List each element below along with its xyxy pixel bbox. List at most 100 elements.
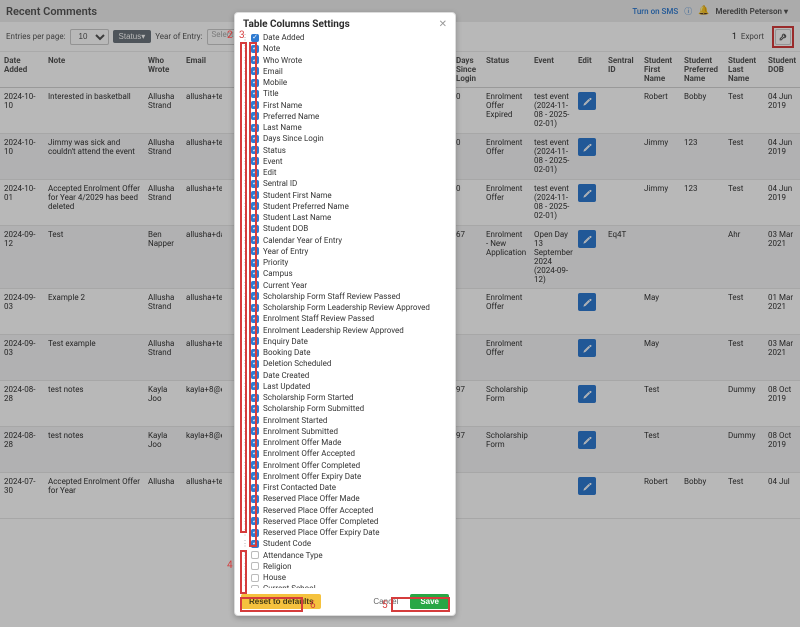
drag-handle-icon[interactable]: ⋮ <box>241 359 247 368</box>
drag-handle-icon[interactable]: ⋮ <box>241 528 247 537</box>
drag-handle-icon[interactable]: ⋮ <box>241 78 247 87</box>
column-checkbox[interactable]: ✓ <box>251 315 259 323</box>
column-checkbox[interactable]: ✓ <box>251 270 259 278</box>
drag-handle-icon[interactable]: ⋮ <box>241 292 247 301</box>
column-checkbox[interactable]: ✓ <box>251 562 259 570</box>
drag-handle-icon[interactable]: ⋮ <box>241 382 247 391</box>
column-checkbox[interactable]: ✓ <box>251 551 259 559</box>
column-checkbox[interactable]: ✓ <box>251 405 259 413</box>
column-checkbox[interactable]: ✓ <box>251 371 259 379</box>
drag-handle-icon[interactable]: ⋮ <box>241 247 247 256</box>
column-checkbox[interactable]: ✓ <box>251 225 259 233</box>
column-checkbox[interactable]: ✓ <box>251 574 259 582</box>
column-checkbox[interactable]: ✓ <box>251 461 259 469</box>
column-checkbox[interactable]: ✓ <box>251 67 259 75</box>
drag-handle-icon[interactable]: ⋮ <box>241 56 247 65</box>
column-checkbox[interactable]: ✓ <box>251 259 259 267</box>
drag-handle-icon[interactable]: ⋮ <box>241 427 247 436</box>
column-checkbox[interactable]: ✓ <box>251 56 259 64</box>
column-checkbox[interactable]: ✓ <box>251 517 259 525</box>
column-checkbox[interactable]: ✓ <box>251 450 259 458</box>
column-checkbox[interactable]: ✓ <box>251 326 259 334</box>
column-checkbox[interactable]: ✓ <box>251 394 259 402</box>
column-checkbox[interactable]: ✓ <box>251 157 259 165</box>
column-checkbox[interactable]: ✓ <box>251 191 259 199</box>
column-checkbox[interactable]: ✓ <box>251 304 259 312</box>
column-checkbox[interactable]: ✓ <box>251 585 259 588</box>
drag-handle-icon[interactable]: ⋮ <box>241 213 247 222</box>
column-checkbox[interactable]: ✓ <box>251 506 259 514</box>
column-checkbox[interactable]: ✓ <box>251 236 259 244</box>
column-checkbox[interactable]: ✓ <box>251 202 259 210</box>
drag-handle-icon[interactable]: ⋮ <box>241 258 247 267</box>
drag-handle-icon[interactable]: ⋮ <box>241 573 247 582</box>
column-checkbox[interactable]: ✓ <box>251 416 259 424</box>
column-checkbox[interactable]: ✓ <box>251 45 259 53</box>
drag-handle-icon[interactable]: ⋮ <box>241 123 247 132</box>
column-checkbox[interactable]: ✓ <box>251 439 259 447</box>
column-checkbox[interactable]: ✓ <box>251 90 259 98</box>
drag-handle-icon[interactable]: ⋮ <box>241 101 247 110</box>
column-checkbox[interactable]: ✓ <box>251 247 259 255</box>
cancel-button[interactable]: Cancel <box>367 594 404 609</box>
drag-handle-icon[interactable]: ⋮ <box>241 438 247 447</box>
drag-handle-icon[interactable]: ⋮ <box>241 404 247 413</box>
column-checkbox[interactable]: ✓ <box>251 427 259 435</box>
drag-handle-icon[interactable]: ⋮ <box>241 134 247 143</box>
drag-handle-icon[interactable]: ⋮ <box>241 393 247 402</box>
column-checkbox[interactable]: ✓ <box>251 529 259 537</box>
column-checkbox[interactable]: ✓ <box>251 146 259 154</box>
column-checkbox[interactable]: ✓ <box>251 540 259 548</box>
drag-handle-icon[interactable]: ⋮ <box>241 461 247 470</box>
save-button[interactable]: Save <box>410 594 449 609</box>
column-checkbox[interactable]: ✓ <box>251 214 259 222</box>
drag-handle-icon[interactable]: ⋮ <box>241 314 247 323</box>
drag-handle-icon[interactable]: ⋮ <box>241 472 247 481</box>
column-checkbox[interactable]: ✓ <box>251 292 259 300</box>
drag-handle-icon[interactable]: ⋮ <box>241 562 247 571</box>
drag-handle-icon[interactable]: ⋮ <box>241 539 247 548</box>
drag-handle-icon[interactable]: ⋮ <box>241 281 247 290</box>
drag-handle-icon[interactable]: ⋮ <box>241 449 247 458</box>
drag-handle-icon[interactable]: ⋮ <box>241 416 247 425</box>
drag-handle-icon[interactable]: ⋮ <box>241 551 247 560</box>
drag-handle-icon[interactable]: ⋮ <box>241 89 247 98</box>
drag-handle-icon[interactable]: ⋮ <box>241 236 247 245</box>
column-checkbox[interactable]: ✓ <box>251 337 259 345</box>
drag-handle-icon[interactable]: ⋮ <box>241 224 247 233</box>
drag-handle-icon[interactable]: ⋮ <box>241 517 247 526</box>
column-checkbox[interactable]: ✓ <box>251 484 259 492</box>
column-checkbox[interactable]: ✓ <box>251 360 259 368</box>
drag-handle-icon[interactable]: ⋮ <box>241 494 247 503</box>
column-checkbox[interactable]: ✓ <box>251 34 259 42</box>
drag-handle-icon[interactable]: ⋮ <box>241 506 247 515</box>
drag-handle-icon[interactable]: ⋮ <box>241 337 247 346</box>
drag-handle-icon[interactable]: ⋮ <box>241 179 247 188</box>
column-checkbox[interactable]: ✓ <box>251 79 259 87</box>
drag-handle-icon[interactable]: ⋮ <box>241 44 247 53</box>
drag-handle-icon[interactable]: ⋮ <box>241 112 247 121</box>
drag-handle-icon[interactable]: ⋮ <box>241 303 247 312</box>
drag-handle-icon[interactable]: ⋮ <box>241 146 247 155</box>
drag-handle-icon[interactable]: ⋮ <box>241 168 247 177</box>
column-checkbox[interactable]: ✓ <box>251 124 259 132</box>
column-checkbox[interactable]: ✓ <box>251 112 259 120</box>
column-checkbox[interactable]: ✓ <box>251 135 259 143</box>
drag-handle-icon[interactable]: ⋮ <box>241 584 247 588</box>
column-checkbox[interactable]: ✓ <box>251 180 259 188</box>
drag-handle-icon[interactable]: ⋮ <box>241 33 247 42</box>
column-checkbox[interactable]: ✓ <box>251 472 259 480</box>
column-checkbox[interactable]: ✓ <box>251 101 259 109</box>
column-checkbox[interactable]: ✓ <box>251 382 259 390</box>
reset-defaults-button[interactable]: Reset to defaults <box>241 594 321 609</box>
drag-handle-icon[interactable]: ⋮ <box>241 157 247 166</box>
close-icon[interactable]: ✕ <box>439 19 447 30</box>
column-checkbox[interactable]: ✓ <box>251 495 259 503</box>
drag-handle-icon[interactable]: ⋮ <box>241 371 247 380</box>
drag-handle-icon[interactable]: ⋮ <box>241 326 247 335</box>
drag-handle-icon[interactable]: ⋮ <box>241 269 247 278</box>
column-checkbox[interactable]: ✓ <box>251 349 259 357</box>
column-checkbox[interactable]: ✓ <box>251 281 259 289</box>
drag-handle-icon[interactable]: ⋮ <box>241 191 247 200</box>
drag-handle-icon[interactable]: ⋮ <box>241 348 247 357</box>
